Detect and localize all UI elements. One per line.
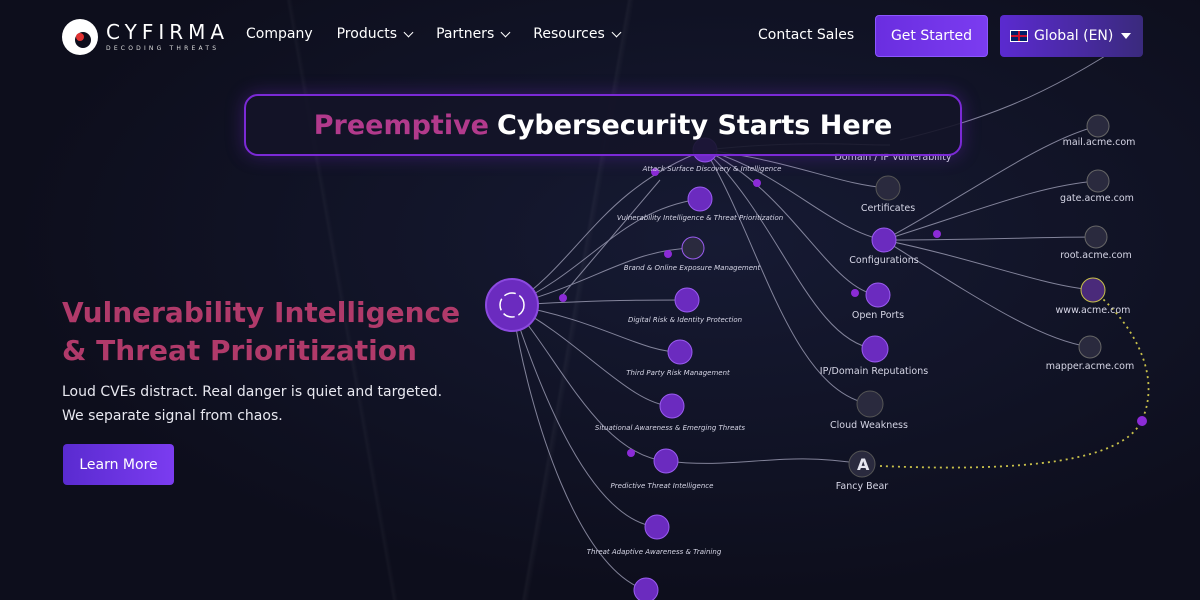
host-label-mapper: mapper.acme.com xyxy=(1046,361,1135,372)
site-header: CYFIRMA DECODING THREATS Company Product… xyxy=(0,0,1200,72)
tagline-banner: Preemptive Cybersecurity Starts Here xyxy=(244,94,962,156)
threat-actor-label: Fancy Bear xyxy=(836,481,888,492)
module-label-brand: Brand & Online Exposure Management xyxy=(624,264,761,272)
nav-item-resources[interactable]: Resources xyxy=(533,26,622,42)
hero-description: Loud CVEs distract. Real danger is quiet… xyxy=(62,384,443,424)
cyfirma-logo-icon xyxy=(62,19,98,55)
module-label-situational: Situational Awareness & Emerging Threats xyxy=(595,424,746,432)
hero-title: Vulnerability Intelligence & Threat Prio… xyxy=(62,296,461,367)
surface-label-configurations: Configurations xyxy=(849,255,918,266)
get-started-button[interactable]: Get Started xyxy=(875,15,988,57)
module-label-predictive: Predictive Threat Intelligence xyxy=(611,482,714,490)
surface-label-reputations: IP/Domain Reputations xyxy=(820,366,928,377)
surface-label-certificates: Certificates xyxy=(861,203,915,214)
module-label-training: Threat Adaptive Awareness & Training xyxy=(587,548,722,556)
contact-sales-link[interactable]: Contact Sales xyxy=(758,27,854,43)
chevron-down-icon xyxy=(611,27,622,37)
brand-tagline: DECODING THREATS xyxy=(106,45,220,52)
caret-down-icon xyxy=(1121,33,1131,39)
host-label-www: www.acme.com xyxy=(1056,305,1131,316)
module-label-attack-surface: Attack Surface Discovery & Intelligence xyxy=(642,165,782,173)
brand-name: CYFIRMA xyxy=(106,20,230,44)
nav-item-products[interactable]: Products xyxy=(337,26,414,42)
main-nav: Company Products Partners Resources xyxy=(246,26,622,42)
chevron-down-icon xyxy=(500,27,511,37)
language-selector[interactable]: Global (EN) xyxy=(1000,15,1143,57)
banner-text: Cybersecurity Starts Here xyxy=(497,109,893,141)
learn-more-button[interactable]: Learn More xyxy=(63,444,174,485)
host-label-root: root.acme.com xyxy=(1060,250,1132,261)
module-label-vulnerability: Vulnerability Intelligence & Threat Prio… xyxy=(617,214,783,222)
surface-label-cloud: Cloud Weakness xyxy=(830,420,908,431)
surface-label-open-ports: Open Ports xyxy=(852,310,904,321)
uk-flag-icon xyxy=(1010,30,1028,42)
brand-logo[interactable]: CYFIRMA DECODING THREATS xyxy=(62,19,229,55)
host-label-mail: mail.acme.com xyxy=(1063,137,1136,148)
host-label-gate: gate.acme.com xyxy=(1060,193,1134,204)
nav-item-company[interactable]: Company xyxy=(246,26,313,42)
chevron-down-icon xyxy=(403,27,414,37)
nav-item-partners[interactable]: Partners xyxy=(436,26,511,42)
banner-highlight: Preemptive xyxy=(313,109,489,141)
module-label-digital-risk: Digital Risk & Identity Protection xyxy=(628,316,742,324)
language-label: Global (EN) xyxy=(1034,28,1114,44)
module-label-third-party: Third Party Risk Management xyxy=(626,369,730,377)
